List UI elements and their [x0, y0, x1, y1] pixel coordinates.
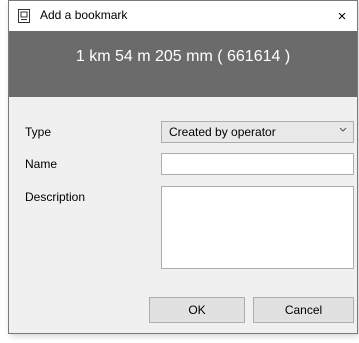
close-icon[interactable]: × [338, 8, 347, 25]
position-readout: 1 km 54 m 205 mm ( 661614 ) [75, 48, 291, 65]
chevron-down-icon[interactable] [339, 125, 347, 135]
bookmark-dialog: Add a bookmark × 1 km 54 m 205 mm ( 6616… [8, 0, 358, 334]
bookmark-dialog-icon [18, 9, 30, 23]
position-header: 1 km 54 m 205 mm ( 661614 ) [9, 31, 357, 97]
type-label: Type [25, 125, 52, 139]
name-input[interactable] [161, 153, 354, 175]
type-dropdown[interactable]: Created by operator [161, 121, 354, 143]
dialog-title: Add a bookmark [40, 8, 128, 22]
title-bar: Add a bookmark × [9, 1, 357, 31]
close-button[interactable]: × [327, 1, 357, 31]
type-selected-value[interactable]: Created by operator [169, 125, 276, 139]
ok-button[interactable]: OK [149, 297, 245, 323]
cancel-button[interactable]: Cancel [253, 297, 354, 323]
description-label: Description [25, 190, 86, 204]
name-label: Name [25, 157, 58, 171]
description-textarea[interactable] [161, 186, 354, 269]
